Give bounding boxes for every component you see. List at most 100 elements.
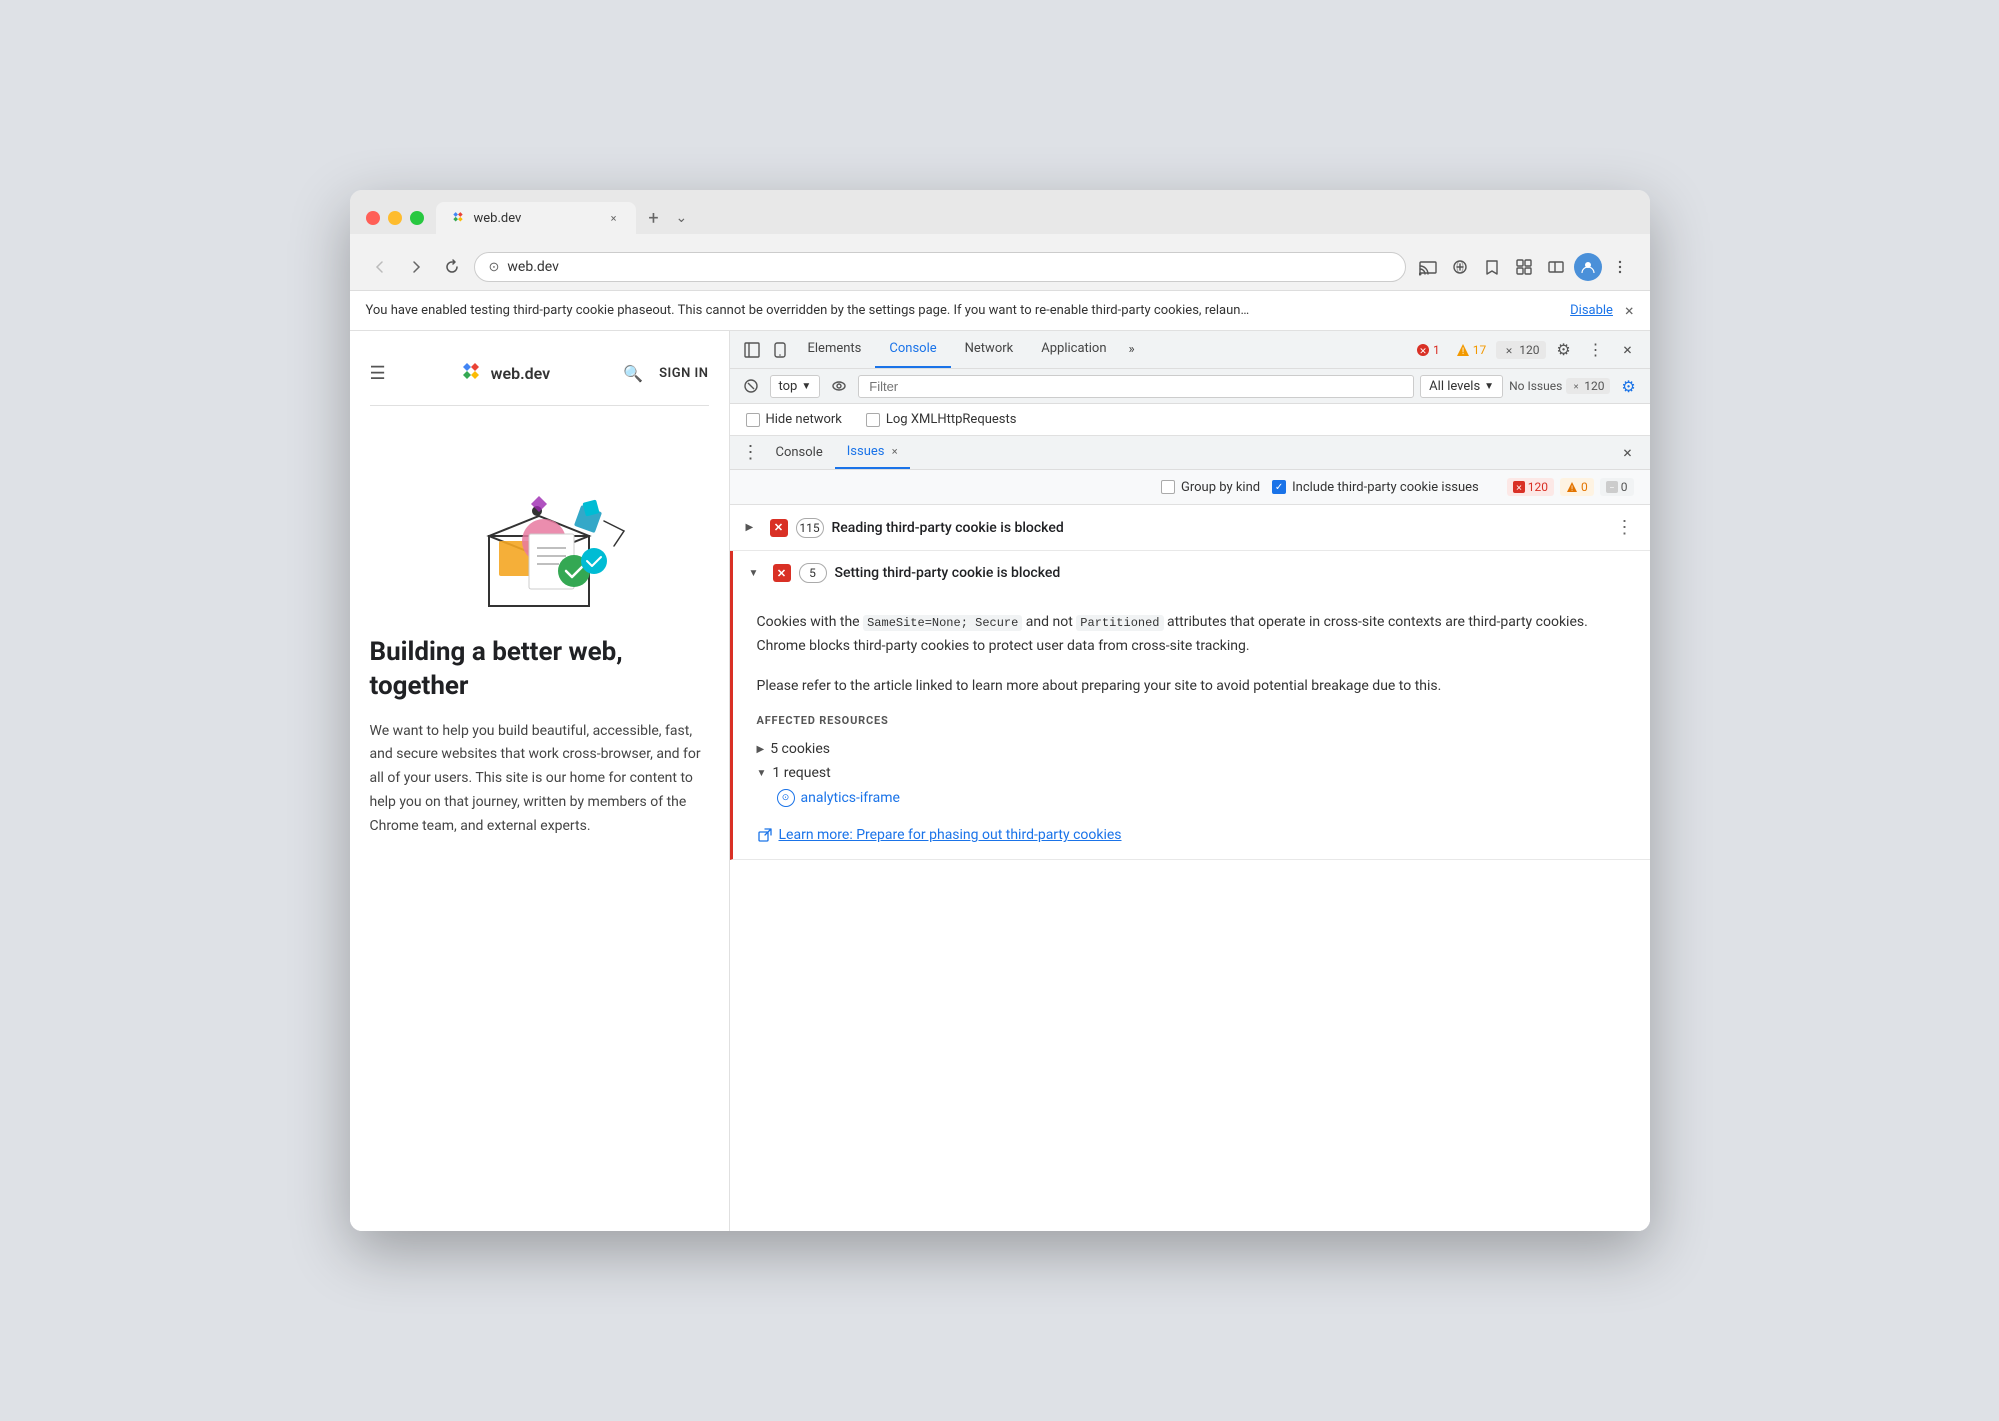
subtabs-bar: ⋮ Console Issues × × — [730, 436, 1650, 470]
cast-button[interactable] — [1414, 253, 1442, 281]
subtabs-close-button[interactable]: × — [1614, 439, 1642, 467]
chrome-menu-button[interactable] — [1606, 253, 1634, 281]
no-issues-count: 120 — [1584, 379, 1604, 393]
tabs-row: web.dev × + ⌄ — [436, 202, 688, 234]
issues-orange-count: 0 — [1581, 480, 1588, 494]
hero-body: We want to help you build beautiful, acc… — [370, 720, 709, 839]
new-tab-button[interactable]: + — [640, 204, 668, 232]
subtabs-right-controls: × — [1614, 439, 1642, 467]
issues-count-badges: ✕ 120 ! 0 – 0 — [1507, 478, 1634, 496]
tab-close-button[interactable]: × — [606, 210, 622, 226]
issue-reading-cookie-more-button[interactable]: ⋮ — [1616, 517, 1634, 538]
external-link-icon — [757, 827, 773, 843]
extensions-button[interactable] — [1510, 253, 1538, 281]
site-search-icon[interactable]: 🔍 — [623, 364, 643, 383]
issues-orange-badge: ! 0 — [1560, 478, 1594, 496]
hide-network-label: Hide network — [766, 412, 842, 427]
request-sub-items: ⊙ analytics-iframe — [777, 785, 1626, 811]
issue-setting-cookie-body: Cookies with the SameSite=None; Secure a… — [733, 595, 1650, 859]
devtools-more-button[interactable]: ⋮ — [1582, 336, 1610, 364]
clear-console-button[interactable] — [738, 373, 764, 399]
svg-text:–: – — [1609, 484, 1614, 493]
nav-actions — [1414, 253, 1634, 281]
devtools-toolbar: Elements Console Network Application » ✕… — [730, 331, 1650, 369]
bookmark-button[interactable] — [1478, 253, 1506, 281]
subtabs-more-button[interactable]: ⋮ — [738, 440, 764, 466]
profile-button[interactable] — [1574, 253, 1602, 281]
log-xmlhttp-checkbox[interactable]: Log XMLHttpRequests — [866, 412, 1017, 427]
error-badge[interactable]: ✕ 1 — [1410, 341, 1446, 359]
no-issues-badge: No Issues ✕ 120 — [1509, 378, 1609, 394]
site-signin-button[interactable]: SIGN IN — [659, 366, 708, 381]
lens-button[interactable] — [1446, 253, 1474, 281]
eye-button[interactable] — [826, 373, 852, 399]
group-by-kind-box[interactable] — [1161, 480, 1175, 494]
address-bar[interactable]: ⊙ web.dev — [474, 252, 1406, 282]
warning-badge[interactable]: ! 17 — [1450, 341, 1493, 359]
title-bar: web.dev × + ⌄ — [350, 190, 1650, 234]
group-by-kind-checkbox[interactable]: Group by kind — [1161, 480, 1260, 495]
devtools-panel: Elements Console Network Application » ✕… — [730, 331, 1650, 1231]
back-button[interactable] — [366, 253, 394, 281]
learn-more-link[interactable]: Learn more: Prepare for phasing out thir… — [757, 827, 1626, 843]
devtools-toggle-button[interactable] — [1542, 253, 1570, 281]
tab-console[interactable]: Console — [875, 331, 950, 368]
filter-input[interactable] — [858, 375, 1414, 398]
issue-setting-cookie-header[interactable]: ▼ ✕ 5 Setting third-party cookie is bloc… — [733, 551, 1650, 595]
svg-text:✕: ✕ — [1505, 347, 1513, 357]
tab-network[interactable]: Network — [951, 331, 1028, 368]
window-dropdown-button[interactable]: ⌄ — [676, 210, 688, 226]
hamburger-menu-button[interactable]: ☰ — [370, 363, 386, 384]
context-selector[interactable]: top ▼ — [770, 375, 821, 398]
close-window-button[interactable] — [366, 211, 380, 225]
maximize-window-button[interactable] — [410, 211, 424, 225]
cookies-item[interactable]: ▶ 5 cookies — [757, 737, 1626, 761]
issue-reading-cookie-title: Reading third-party cookie is blocked — [832, 520, 1608, 536]
log-xmlhttp-label: Log XMLHttpRequests — [886, 412, 1017, 427]
hero-illustration — [429, 436, 649, 616]
browser-tab[interactable]: web.dev × — [436, 202, 636, 234]
tab-elements[interactable]: Elements — [794, 331, 876, 368]
issue-description-1: Cookies with the SameSite=None; Secure a… — [757, 611, 1626, 659]
hide-network-checkbox-box[interactable] — [746, 413, 760, 427]
include-third-party-checkbox[interactable]: ✓ Include third-party cookie issues — [1272, 480, 1479, 495]
main-area: ☰ web.dev 🔍 SIGN IN — [350, 331, 1650, 1231]
devtools-dock-button[interactable] — [738, 336, 766, 364]
issue-setting-cookie-group: ▼ ✕ 5 Setting third-party cookie is bloc… — [730, 551, 1650, 860]
reload-button[interactable] — [438, 253, 466, 281]
issues-red-badge: ✕ 120 — [1507, 478, 1554, 496]
request-item[interactable]: ▼ 1 request — [757, 761, 1626, 785]
browser-window: web.dev × + ⌄ ⊙ web.dev — [350, 190, 1650, 1231]
svg-text:✕: ✕ — [1515, 484, 1522, 493]
subtab-issues-close-button[interactable]: × — [892, 445, 898, 458]
hide-network-checkbox[interactable]: Hide network — [746, 412, 842, 427]
hero-headline: Building a better web, together — [370, 636, 709, 704]
devtools-device-button[interactable] — [766, 336, 794, 364]
info-badge[interactable]: ✕ 120 — [1496, 341, 1545, 359]
cookies-expand-icon[interactable]: ▶ — [757, 744, 765, 755]
subtab-console[interactable]: Console — [764, 437, 835, 468]
issue-reading-cookie-expand[interactable]: ▶ — [746, 522, 762, 533]
include-third-party-box[interactable]: ✓ — [1272, 480, 1286, 494]
tab-application[interactable]: Application — [1027, 331, 1120, 368]
minimize-window-button[interactable] — [388, 211, 402, 225]
issue-setting-cookie-expand[interactable]: ▼ — [749, 568, 765, 579]
subtab-issues[interactable]: Issues × — [835, 436, 910, 469]
tab-more-button[interactable]: » — [1121, 332, 1143, 367]
issue-reading-cookie-group: ▶ ✕ 115 Reading third-party cookie is bl… — [730, 505, 1650, 551]
site-logo-text: web.dev — [491, 364, 551, 383]
analytics-iframe-link[interactable]: ⊙ analytics-iframe — [777, 785, 1626, 811]
forward-button[interactable] — [402, 253, 430, 281]
nav-bar: ⊙ web.dev — [350, 244, 1650, 291]
devtools-settings-gear-button[interactable]: ⚙ — [1550, 336, 1578, 364]
level-selector[interactable]: All levels ▼ — [1420, 375, 1503, 398]
info-bar-disable-link[interactable]: Disable — [1570, 303, 1613, 318]
no-issues-label: No Issues — [1509, 379, 1562, 393]
console-toolbar: top ▼ All levels ▼ No Issues ✕ 120 — [730, 369, 1650, 404]
log-xmlhttp-checkbox-box[interactable] — [866, 413, 880, 427]
devtools-close-button[interactable]: × — [1614, 336, 1642, 364]
issue-reading-cookie-header[interactable]: ▶ ✕ 115 Reading third-party cookie is bl… — [730, 505, 1650, 550]
info-bar-close-button[interactable]: × — [1625, 301, 1634, 320]
console-settings-button[interactable]: ⚙ — [1616, 373, 1642, 399]
request-expand-icon[interactable]: ▼ — [757, 768, 767, 779]
